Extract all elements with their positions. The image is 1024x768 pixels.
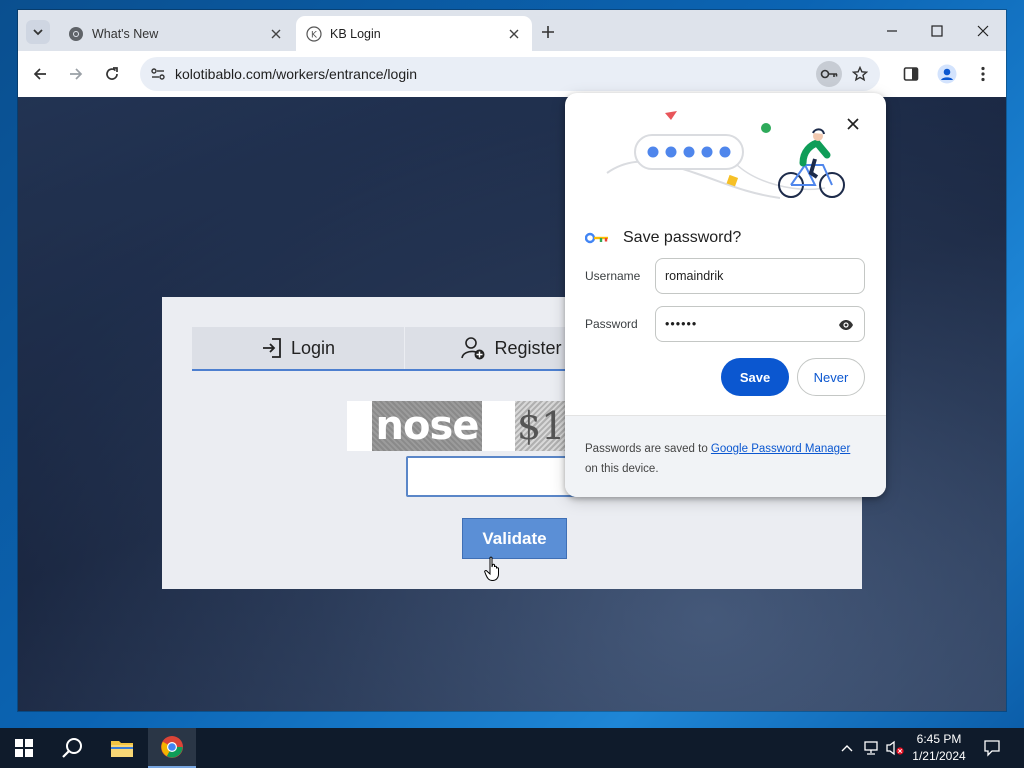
tab-search-button[interactable] [26, 20, 50, 44]
username-label: Username [585, 269, 641, 283]
clock-time: 6:45 PM [916, 732, 962, 746]
close-tab-icon[interactable] [506, 26, 522, 42]
captcha-image: nose $10 [347, 401, 577, 451]
tab-whats-new[interactable]: What's New [58, 16, 294, 51]
eye-icon[interactable] [838, 317, 854, 333]
key-icon [820, 69, 838, 79]
minimize-button[interactable] [877, 18, 907, 44]
forward-button[interactable] [64, 62, 88, 86]
validate-button[interactable]: Validate [462, 518, 567, 559]
side-panel-icon [903, 67, 919, 81]
password-field[interactable]: •••••• [655, 306, 865, 342]
username-field[interactable]: romaindrik [655, 258, 865, 294]
side-panel-button[interactable] [899, 62, 923, 86]
maximize-icon [931, 25, 943, 37]
hand-cursor-icon [484, 556, 499, 582]
profile-button[interactable] [935, 62, 959, 86]
more-vert-icon [981, 66, 985, 82]
tab-register-label: Register [494, 337, 562, 358]
tab-title: KB Login [330, 26, 381, 41]
dialog-heading: Save password? [585, 229, 741, 247]
browser-toolbar: kolotibablo.com/workers/entrance/login [18, 51, 1006, 97]
kb-favicon-icon: K [306, 25, 322, 42]
network-button[interactable] [860, 728, 882, 768]
chrome-taskbar-button[interactable] [148, 728, 196, 768]
dialog-footer: Passwords are saved to Google Password M… [565, 415, 886, 497]
chevron-down-icon [33, 29, 43, 36]
never-button[interactable]: Never [797, 358, 865, 396]
password-label: Password [585, 317, 638, 331]
search-icon [62, 738, 82, 758]
dialog-title: Save password? [623, 229, 742, 246]
chrome-icon [68, 26, 84, 42]
folder-icon [111, 741, 133, 757]
close-dialog-button[interactable] [842, 113, 864, 135]
plus-icon [542, 26, 554, 38]
network-icon [864, 741, 878, 755]
tab-kb-login[interactable]: K KB Login [296, 16, 532, 51]
profile-icon [937, 64, 957, 84]
close-icon [847, 118, 859, 130]
start-button[interactable] [0, 728, 48, 768]
minimize-icon [887, 30, 897, 32]
arrow-left-icon [33, 68, 46, 80]
show-hidden-icons-button[interactable] [838, 728, 856, 768]
notification-icon [984, 740, 1000, 757]
google-key-icon [585, 232, 608, 244]
add-user-icon [461, 337, 485, 360]
file-explorer-button[interactable] [98, 728, 146, 768]
password-masked-value: •••••• [665, 317, 698, 331]
password-manager-link[interactable]: Google Password Manager [711, 443, 850, 455]
menu-button[interactable] [971, 62, 995, 86]
taskbar-search-button[interactable] [48, 728, 96, 768]
bookmark-star-button[interactable] [848, 62, 872, 86]
url-text[interactable]: kolotibablo.com/workers/entrance/login [175, 66, 417, 82]
footer-text-suffix: on this device. [585, 463, 659, 475]
password-key-button[interactable] [816, 61, 842, 87]
close-tab-icon[interactable] [268, 26, 284, 42]
reload-button[interactable] [100, 62, 124, 86]
windows-icon [15, 739, 33, 757]
chrome-icon [161, 736, 183, 758]
captcha-word: nose [372, 401, 482, 451]
tab-title: What's New [92, 26, 159, 41]
close-window-button[interactable] [968, 18, 998, 44]
save-password-dialog: Save password? Username romaindrik Passw… [565, 93, 886, 497]
taskbar-clock[interactable]: 6:45 PM 1/21/2024 [900, 731, 978, 765]
password-illustration [606, 111, 845, 199]
footer-text: Passwords are saved to [585, 443, 711, 455]
address-bar[interactable]: kolotibablo.com/workers/entrance/login [140, 57, 880, 91]
new-tab-button[interactable] [538, 22, 558, 42]
notifications-button[interactable] [980, 728, 1004, 768]
chevron-up-icon [841, 745, 853, 752]
save-button[interactable]: Save [721, 358, 789, 396]
clock-date: 1/21/2024 [912, 749, 966, 763]
tab-strip: What's New K KB Login [18, 10, 1006, 51]
svg-text:K: K [311, 30, 318, 40]
arrow-right-icon [70, 68, 83, 80]
close-icon [977, 25, 989, 37]
taskbar: 6:45 PM 1/21/2024 [0, 728, 1024, 768]
star-icon [852, 66, 868, 82]
tab-login-label: Login [290, 337, 336, 358]
back-button[interactable] [28, 62, 52, 86]
maximize-button[interactable] [922, 18, 952, 44]
site-info-icon[interactable] [146, 62, 170, 86]
reload-icon [106, 67, 118, 80]
tab-login[interactable]: Login [192, 327, 404, 369]
login-icon [262, 338, 281, 358]
